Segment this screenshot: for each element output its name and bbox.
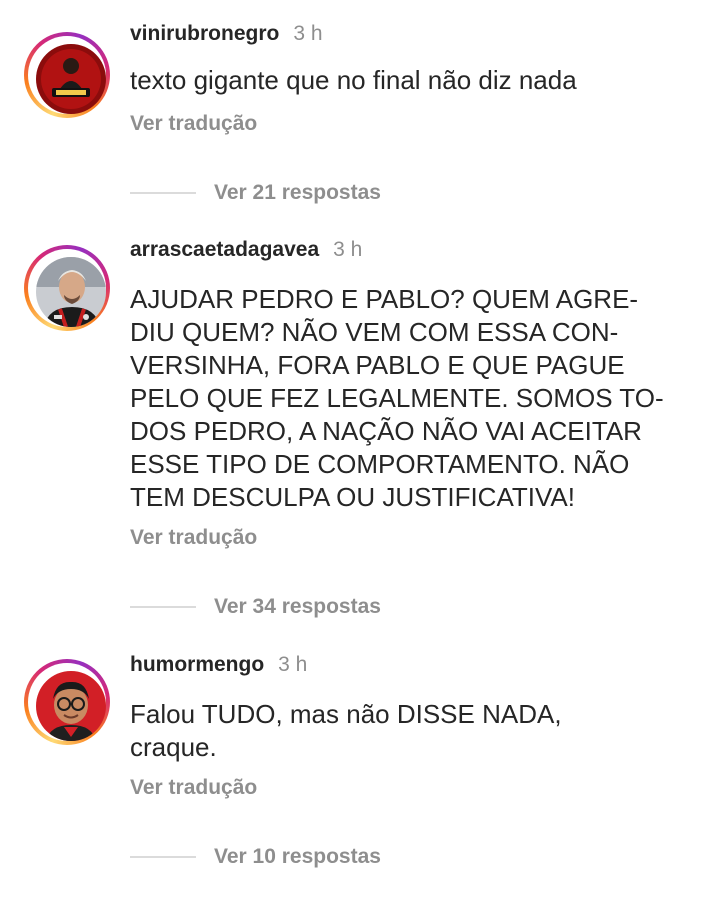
story-ring[interactable] — [24, 32, 110, 118]
comment-timestamp: 3 h — [278, 653, 308, 676]
view-replies-button[interactable]: Ver 34 respostas — [130, 592, 381, 622]
comment-text-line: AJUDAR PEDRO E PABLO? QUEM AGRE- — [130, 284, 639, 314]
comment-text: Falou TUDO, mas não DISSE NADA, craque. — [130, 698, 690, 764]
comment-text-line: craque. — [130, 732, 217, 762]
view-replies-label: Ver 34 respostas — [214, 595, 381, 618]
see-translation-button[interactable]: Ver tradução — [130, 112, 257, 136]
avatar[interactable] — [36, 257, 106, 327]
player-photo-avatar-icon — [36, 257, 106, 327]
comment-text-line: DIU QUEM? NÃO VEM COM ESSA CON- — [130, 317, 619, 347]
comment-text-line: texto gigante que no final não diz nada — [130, 65, 577, 95]
replies-divider — [130, 192, 196, 194]
flamengo-fan-avatar-icon — [36, 44, 106, 114]
cartoon-avatar-icon — [36, 671, 106, 741]
see-translation-button[interactable]: Ver tradução — [130, 776, 257, 800]
comment-text-line: ESSE TIPO DE COMPORTAMENTO. NÃO — [130, 449, 630, 479]
comment-username[interactable]: humormengo — [130, 653, 264, 677]
view-replies-label: Ver 10 respostas — [214, 845, 381, 868]
comment-text: texto gigante que no final não diz nada — [130, 64, 690, 97]
comment-text-line: Falou TUDO, mas não DISSE NADA, — [130, 699, 562, 729]
comment-timestamp: 3 h — [293, 22, 323, 45]
see-translation-button[interactable]: Ver tradução — [130, 526, 257, 550]
replies-divider — [130, 606, 196, 608]
comment-timestamp: 3 h — [333, 238, 363, 261]
story-ring[interactable] — [24, 659, 110, 745]
story-ring[interactable] — [24, 245, 110, 331]
comment-text-line: TEM DESCULPA OU JUSTIFICATIVA! — [130, 482, 575, 512]
avatar[interactable] — [36, 44, 106, 114]
comment-username[interactable]: vinirubronegro — [130, 22, 279, 46]
comment-text-line: VERSINHA, FORA PABLO E QUE PAGUE — [130, 350, 625, 380]
replies-divider — [130, 856, 196, 858]
avatar[interactable] — [36, 671, 106, 741]
view-replies-label: Ver 21 respostas — [214, 181, 381, 204]
view-replies-button[interactable]: Ver 10 respostas — [130, 842, 381, 872]
comment-text-line: DOS PEDRO, A NAÇÃO NÃO VAI ACEITAR — [130, 416, 642, 446]
comment-text: AJUDAR PEDRO E PABLO? QUEM AGRE- DIU QUE… — [130, 283, 690, 514]
view-replies-button[interactable]: Ver 21 respostas — [130, 178, 381, 208]
comment-username[interactable]: arrascaetadagavea — [130, 238, 319, 262]
comment-text-line: PELO QUE FEZ LEGALMENTE. SOMOS TO- — [130, 383, 664, 413]
